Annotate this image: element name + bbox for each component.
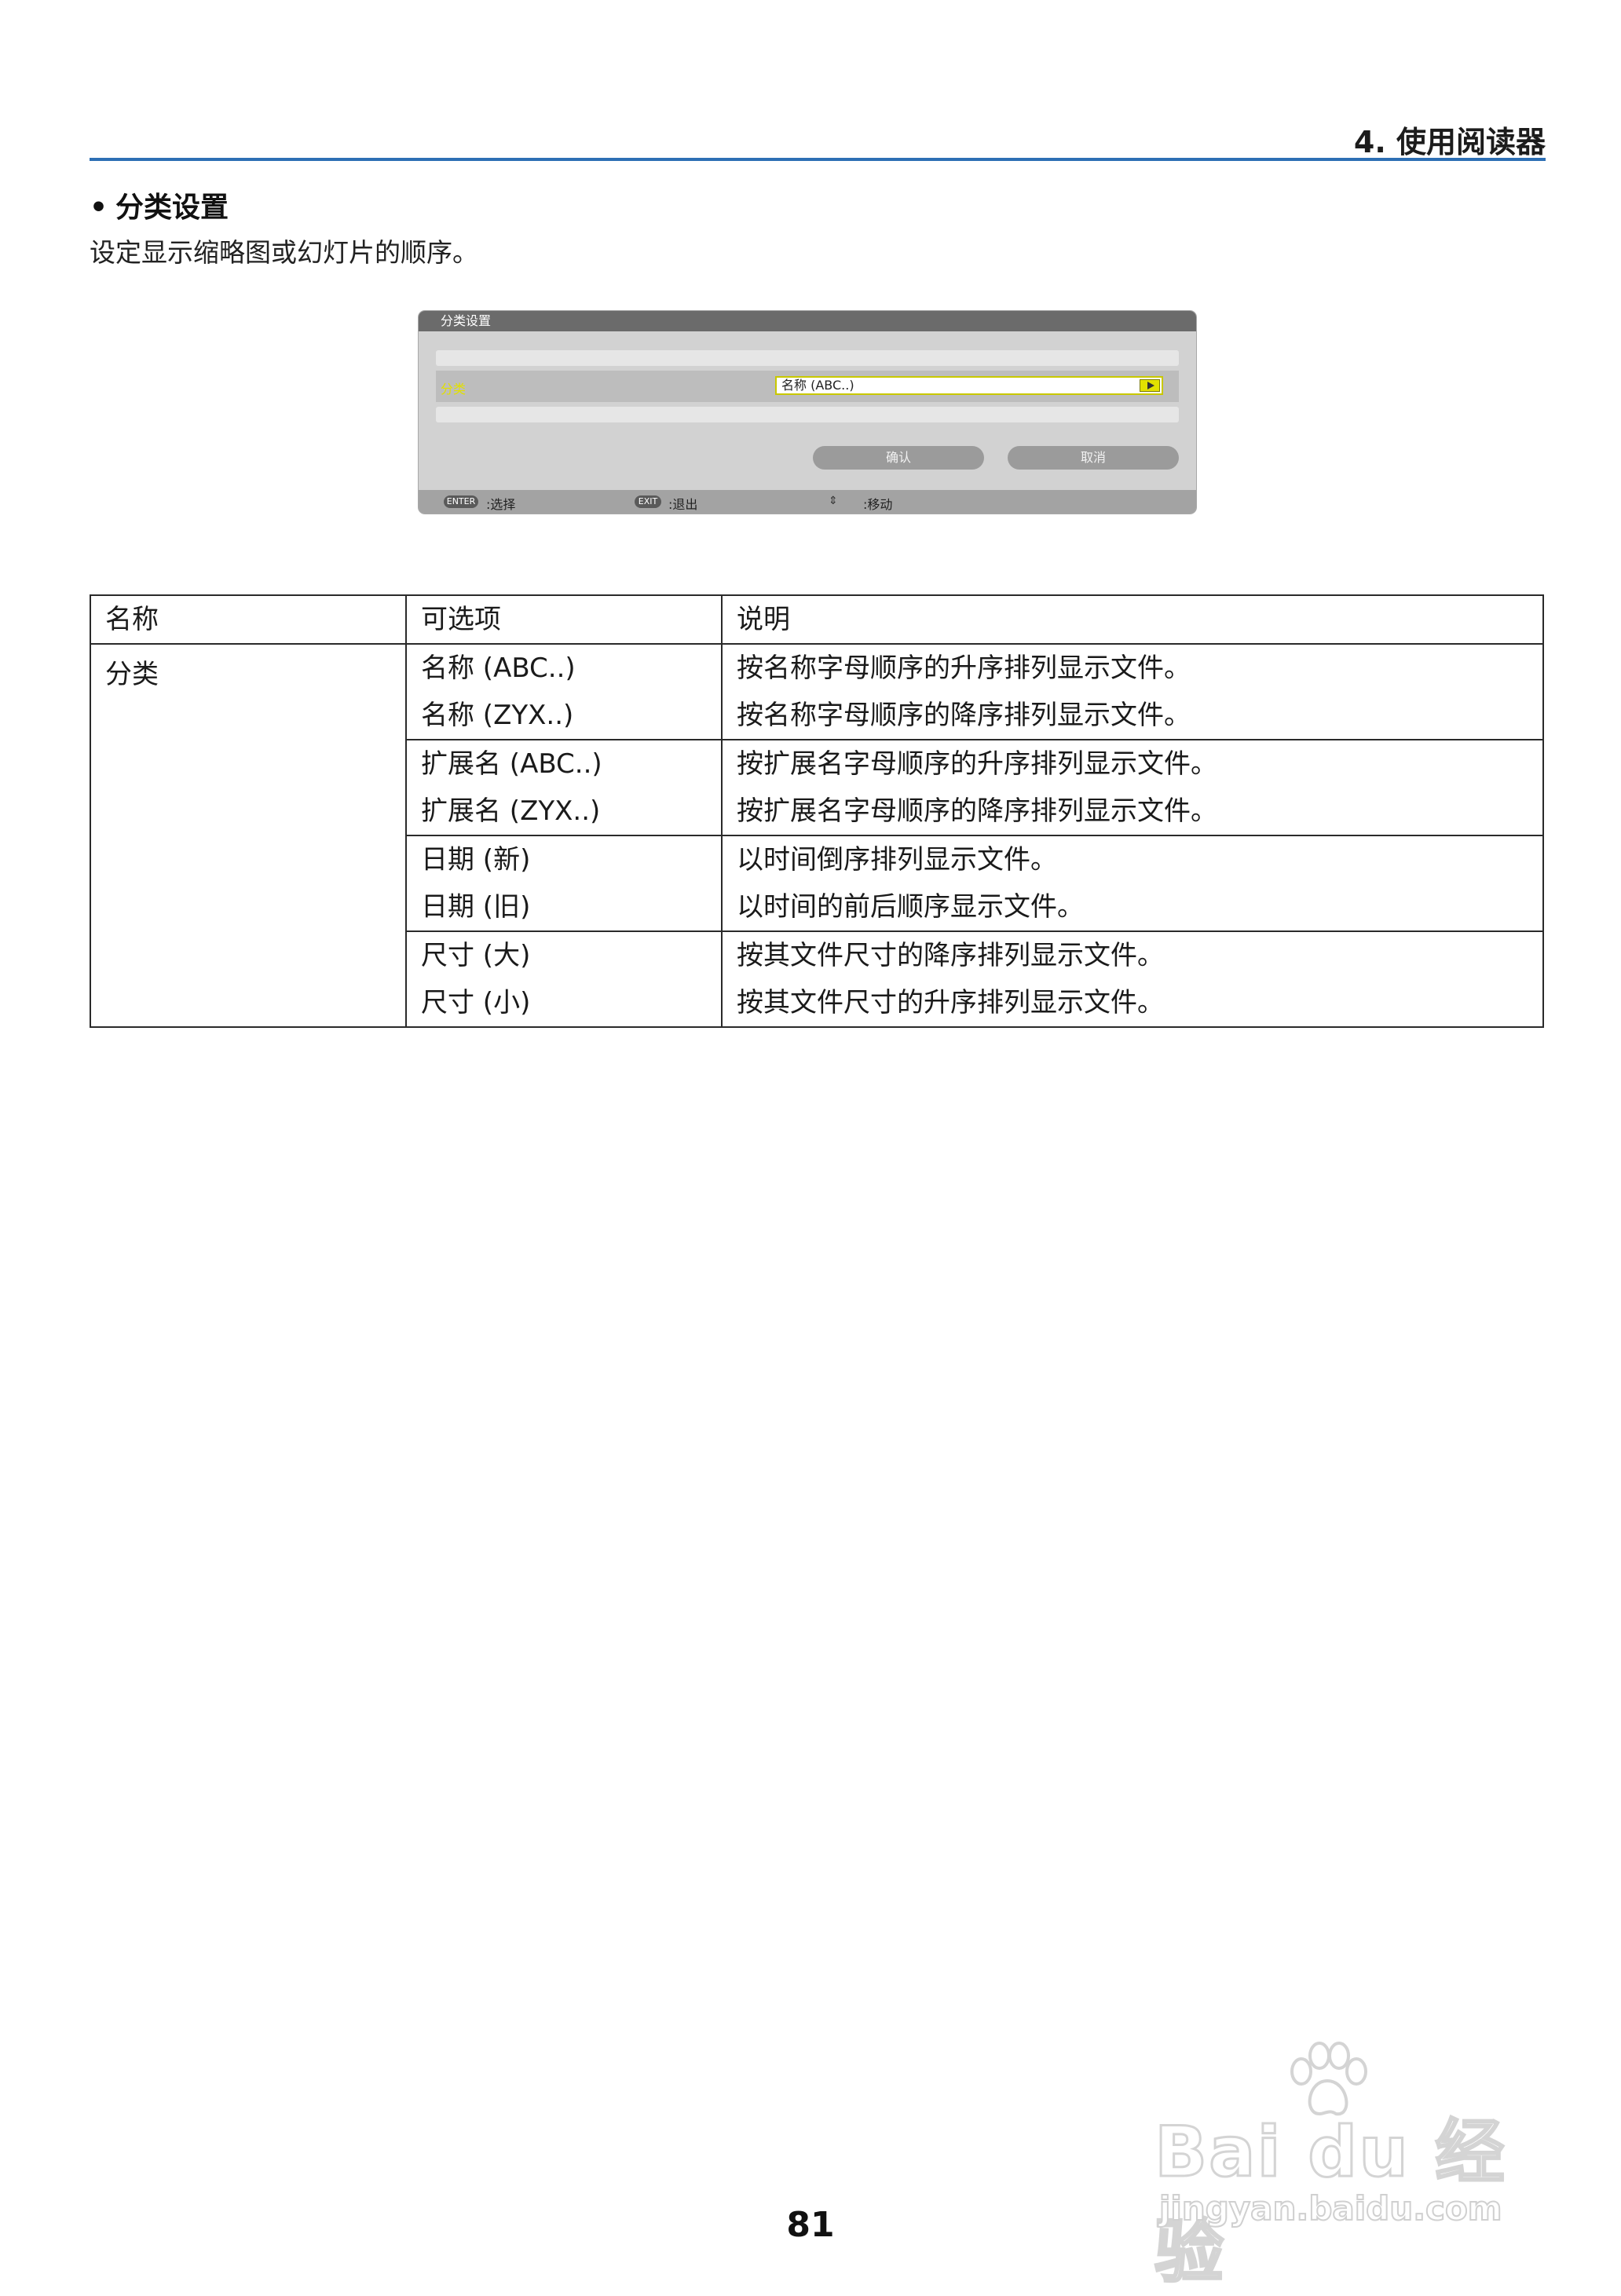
watermark-url: jingyan.baidu.com [1158,2188,1503,2228]
description-text: 按扩展名字母顺序的降序排列显示文件。 [737,795,1217,827]
option-text: 名称 (ZYX..) [421,700,574,731]
option-cell: 名称 (ABC..) 名称 (ZYX..) [405,643,723,740]
up-down-arrow-icon: ⇕ [829,495,838,507]
option-text: 扩展名 (ZYX..) [421,795,601,827]
sort-select-value: 名称 (ABC..) [781,378,854,393]
exit-hint: :退出 [668,497,698,512]
description-cell: 以时间倒序排列显示文件。 以时间的前后顺序显示文件。 [721,835,1544,932]
table-row: 分类 名称 (ABC..) 名称 (ZYX..) 按名称字母顺序的升序排列显示文… [90,643,1544,1028]
enter-key-icon: ENTER [444,495,478,508]
dialog-footer: ENTER :选择 EXIT :退出 ⇕ :移动 [419,490,1196,514]
option-text: 日期 (新) [421,844,531,876]
chapter-title: 4. 使用阅读器 [1353,125,1546,159]
description-cell: 按扩展名字母顺序的升序排列显示文件。 按扩展名字母顺序的降序排列显示文件。 [721,739,1544,836]
description-text: 按名称字母顺序的升序排列显示文件。 [737,653,1191,684]
description-cell: 按其文件尺寸的降序排列显示文件。 按其文件尺寸的升序排列显示文件。 [721,930,1544,1028]
section-intro: 设定显示缩略图或幻灯片的顺序。 [90,237,478,268]
dialog-empty-row [436,350,1179,366]
description-text: 以时间倒序排列显示文件。 [737,844,1057,876]
bullet: • [90,192,108,224]
sort-settings-dialog: 分类设置 分类 名称 (ABC..) 确认 取消 ENTER :选择 EXIT … [419,311,1196,514]
description-cell: 按名称字母顺序的升序排列显示文件。 按名称字母顺序的降序排列显示文件。 [721,643,1544,740]
cancel-button[interactable]: 取消 [1008,446,1179,470]
sort-options-table: 名称 可选项 说明 分类 名称 (ABC..) 名称 (ZYX..) 按名称字母… [90,594,1544,1028]
option-text: 尺寸 (小) [421,987,531,1018]
baidu-watermark: Bai du 经验 jingyan.baidu.com [1154,2042,1531,2294]
enter-hint: :选择 [486,497,516,512]
description-text: 按扩展名字母顺序的升序排列显示文件。 [737,748,1217,780]
description-text: 按其文件尺寸的降序排列显示文件。 [737,940,1164,971]
select-arrow-icon[interactable] [1140,379,1160,392]
option-text: 尺寸 (大) [421,940,531,971]
header-options: 可选项 [405,594,723,645]
sort-select[interactable]: 名称 (ABC..) [775,376,1163,395]
exit-key-icon: EXIT [635,495,661,508]
sort-row[interactable]: 分类 名称 (ABC..) [436,371,1179,402]
option-cell: 日期 (新) 日期 (旧) [405,835,723,932]
move-hint: :移动 [863,497,893,512]
ok-button[interactable]: 确认 [813,446,984,470]
dialog-empty-row [436,407,1179,422]
option-text: 名称 (ABC..) [421,653,576,684]
sort-row-label: 分类 [441,382,467,397]
table-header-row: 名称 可选项 说明 [90,594,1544,645]
description-text: 按其文件尺寸的升序排列显示文件。 [737,987,1164,1018]
dialog-title: 分类设置 [419,311,1196,331]
header-description: 说明 [721,594,1544,645]
option-text: 日期 (旧) [421,891,531,923]
option-cell: 扩展名 (ABC..) 扩展名 (ZYX..) [405,739,723,836]
header-rule [90,158,1546,161]
header-name: 名称 [90,594,407,645]
option-text: 扩展名 (ABC..) [421,748,602,780]
description-text: 按名称字母顺序的降序排列显示文件。 [737,700,1191,731]
section-title: 分类设置 [115,192,229,224]
name-cell: 分类 [90,643,407,1028]
option-cell: 尺寸 (大) 尺寸 (小) [405,930,723,1028]
description-text: 以时间的前后顺序显示文件。 [737,891,1084,923]
section-heading: • 分类设置 [90,185,229,225]
